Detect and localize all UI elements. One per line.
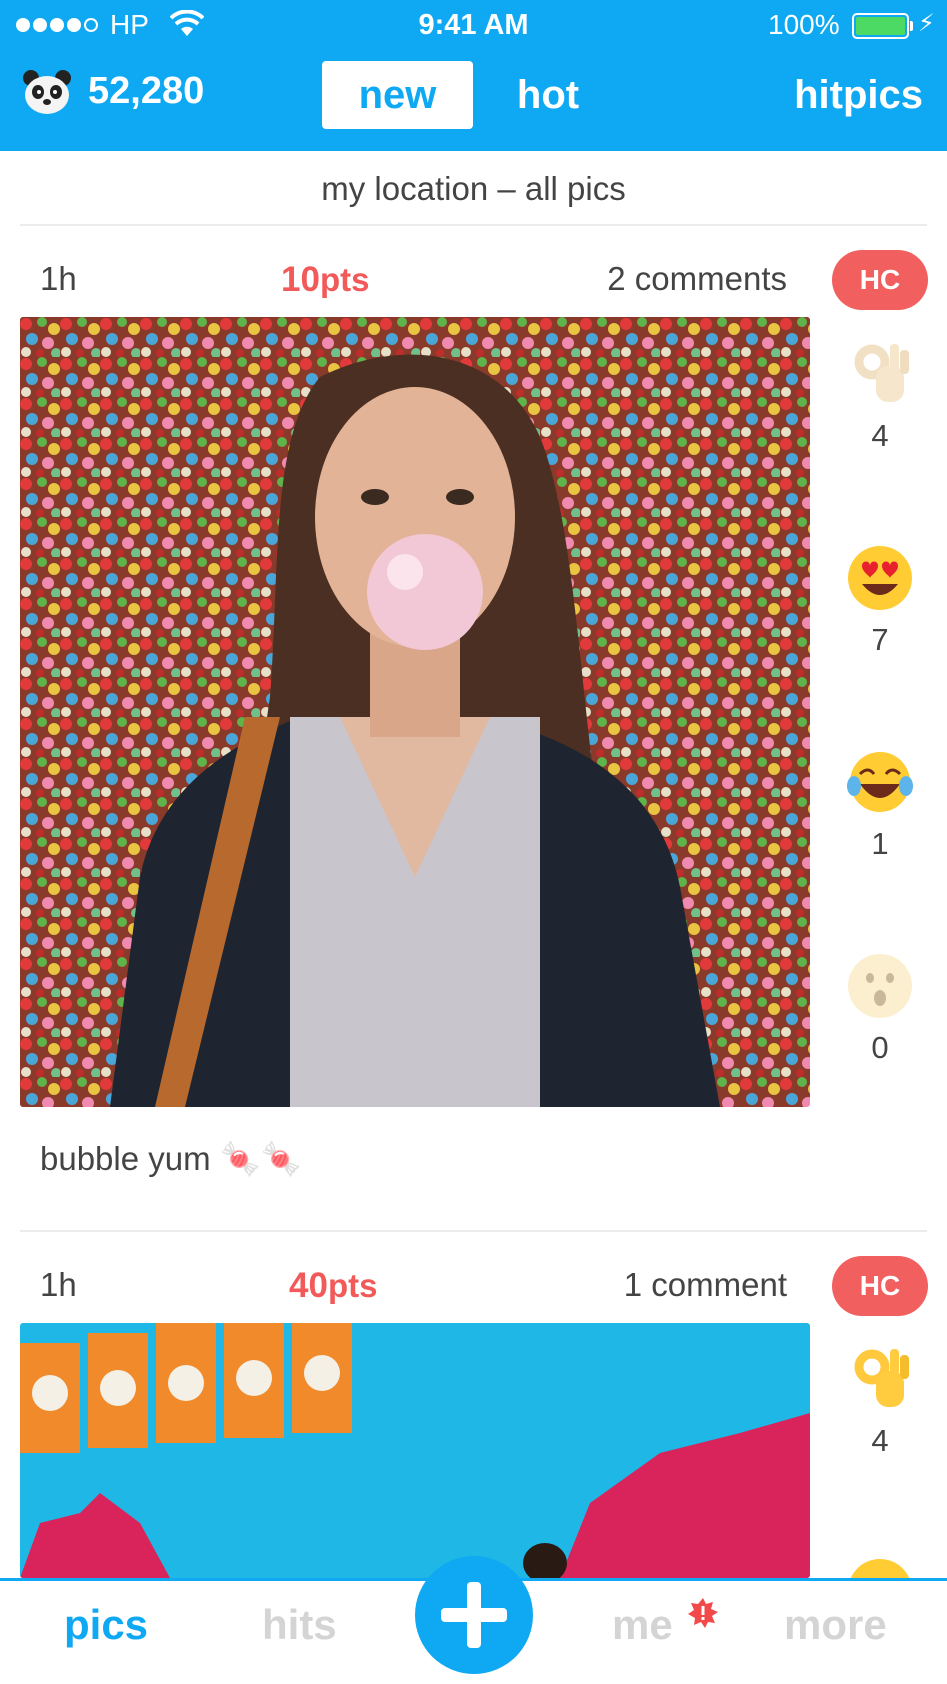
ok-hand-icon [854,344,909,402]
mural-photo [20,1323,810,1578]
reaction-love[interactable]: 7 [835,544,925,658]
status-bar: HP 9:41 AM 100% ⚡ [0,0,947,52]
reaction-count: 7 [871,622,889,657]
gum-wall-photo [20,317,810,1107]
post-comments-link[interactable]: 1 comment [624,1266,787,1304]
tab-me[interactable]: me [612,1601,673,1649]
heart-eyes-icon [848,546,912,610]
post-age: 1h [40,1266,77,1303]
post-points: 10pts [281,260,369,300]
ok-hand-icon [854,1349,909,1407]
battery-percentage: 100% [768,9,840,40]
battery-icon [852,13,909,39]
emoji-face-icon [850,1559,910,1579]
post-caption: bubble yum 🍬🍬 [40,1140,302,1177]
hc-badge[interactable]: HC [832,250,928,310]
reaction-partial[interactable] [835,1557,925,1579]
location-filter[interactable]: my location – all pics [0,158,947,224]
user-score: 52,280 [88,70,205,112]
points-value: 40 [289,1266,328,1305]
notification-alert-icon [688,1598,718,1628]
battery-tip [910,21,913,31]
add-pic-button[interactable] [415,1556,533,1674]
panda-icon [23,70,71,114]
post-meta: 1h 10pts 2 comments HC [0,242,947,312]
post-photo[interactable] [20,1323,810,1578]
reaction-laugh[interactable]: 1 [835,748,925,862]
reaction-wow[interactable]: 0 [835,952,925,1066]
reaction-count: 0 [871,1030,889,1065]
reaction-ok[interactable]: 4 [835,1345,925,1459]
divider [20,1230,927,1232]
tab-new[interactable]: new [322,61,473,129]
tab-hot[interactable]: hot [488,61,608,129]
post-comments-link[interactable]: 2 comments [607,260,787,298]
divider [20,224,927,226]
reaction-count: 1 [871,826,889,861]
tab-hits[interactable]: hits [262,1601,337,1649]
app-header: HP 9:41 AM 100% ⚡ 52,280 new hot hitpics [0,0,947,151]
charging-bolt-icon: ⚡ [918,10,935,37]
hc-badge[interactable]: HC [832,1256,928,1316]
reaction-ok[interactable]: 4 [835,340,925,454]
points-value: 10 [281,260,320,299]
post-photo[interactable] [20,317,810,1107]
post-meta: 1h 40pts 1 comment HC [0,1248,947,1318]
post-age: 1h [40,260,77,297]
points-unit: pts [319,261,370,298]
top-nav: 52,280 new hot hitpics [0,58,947,134]
post-points: 40pts [289,1266,377,1306]
points-unit: pts [327,1267,378,1304]
tab-more[interactable]: more [784,1601,887,1649]
reaction-count: 4 [871,1423,889,1458]
surprised-face-icon [848,954,912,1018]
tears-of-joy-icon [847,752,913,812]
tab-pics[interactable]: pics [64,1601,148,1649]
app-brand: hitpics [794,73,923,117]
reaction-count: 4 [871,418,889,453]
